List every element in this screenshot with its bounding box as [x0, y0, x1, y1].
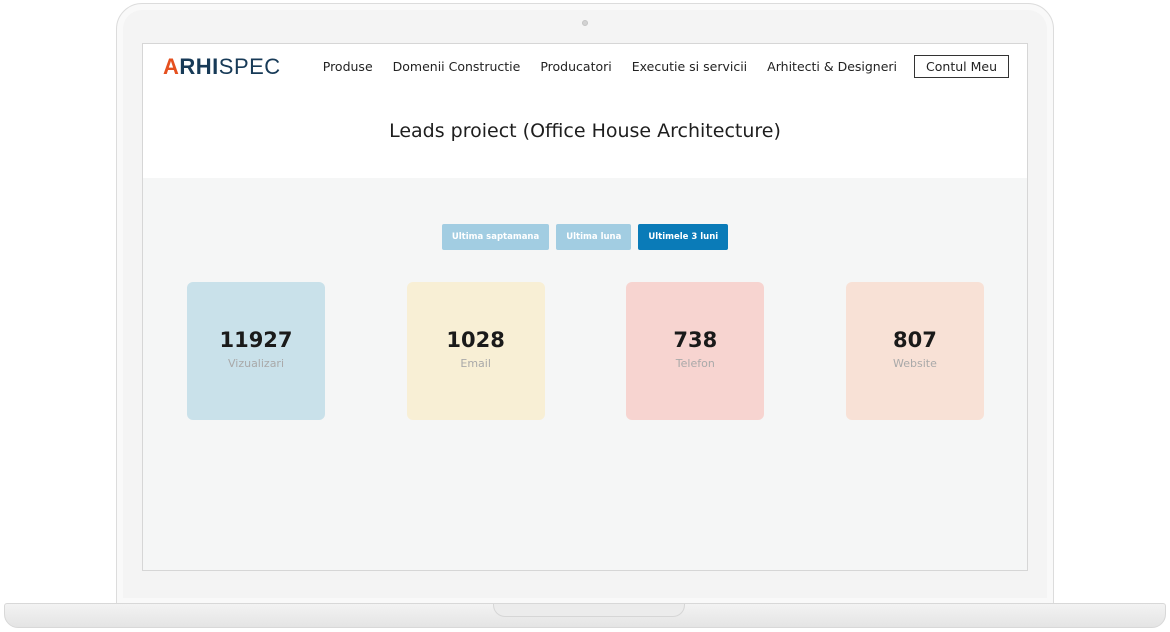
stat-card-telefon: 738 Telefon	[626, 282, 765, 420]
arhispec-logo[interactable]: ARHISPEC	[163, 54, 281, 80]
logo-spec: SPEC	[218, 54, 281, 79]
stats-cards: 11927 Vizualizari 1028 Email 738 Telefon…	[187, 282, 984, 420]
filter-last-month-button[interactable]: Ultima luna	[556, 224, 632, 250]
main-nav: Produse Domenii Constructie Producatori …	[323, 55, 1009, 78]
stat-label: Website	[893, 357, 937, 370]
account-button[interactable]: Contul Meu	[914, 55, 1009, 78]
screen: ARHISPEC Produse Domenii Constructie Pro…	[142, 43, 1028, 571]
nav-produse[interactable]: Produse	[323, 59, 373, 74]
filter-last-week-button[interactable]: Ultima saptamana	[441, 224, 550, 250]
stat-label: Vizualizari	[227, 357, 285, 370]
header: ARHISPEC Produse Domenii Constructie Pro…	[143, 44, 1027, 178]
filter-last-3-months-button[interactable]: Ultimele 3 luni	[638, 224, 729, 250]
nav-executie-servicii[interactable]: Executie si servicii	[632, 59, 747, 74]
nav-domenii-constructie[interactable]: Domenii Constructie	[393, 59, 521, 74]
laptop-notch	[493, 604, 685, 617]
stat-value: 807	[893, 328, 937, 352]
camera-dot	[582, 20, 588, 26]
stat-value: 738	[673, 328, 718, 352]
laptop-base	[4, 603, 1166, 628]
stat-card-email: 1028 Email	[406, 282, 545, 420]
logo-rhi: RHI	[179, 54, 219, 79]
page-title: Leads proiect (Office House Architecture…	[389, 120, 781, 142]
stat-card-website: 807 Website	[845, 282, 984, 420]
stat-value: 11927	[219, 328, 293, 352]
nav-arhitecti-designeri[interactable]: Arhitecti & Designeri	[767, 59, 897, 74]
stat-label: Email	[460, 357, 491, 370]
stat-value: 1028	[446, 328, 505, 352]
stat-card-vizualizari: 11927 Vizualizari	[187, 282, 325, 420]
nav-producatori[interactable]: Producatori	[540, 59, 611, 74]
period-filters: Ultima saptamana Ultima luna Ultimele 3 …	[143, 224, 1027, 250]
logo-letter-a: A	[163, 54, 180, 79]
stat-label: Telefon	[675, 357, 715, 370]
